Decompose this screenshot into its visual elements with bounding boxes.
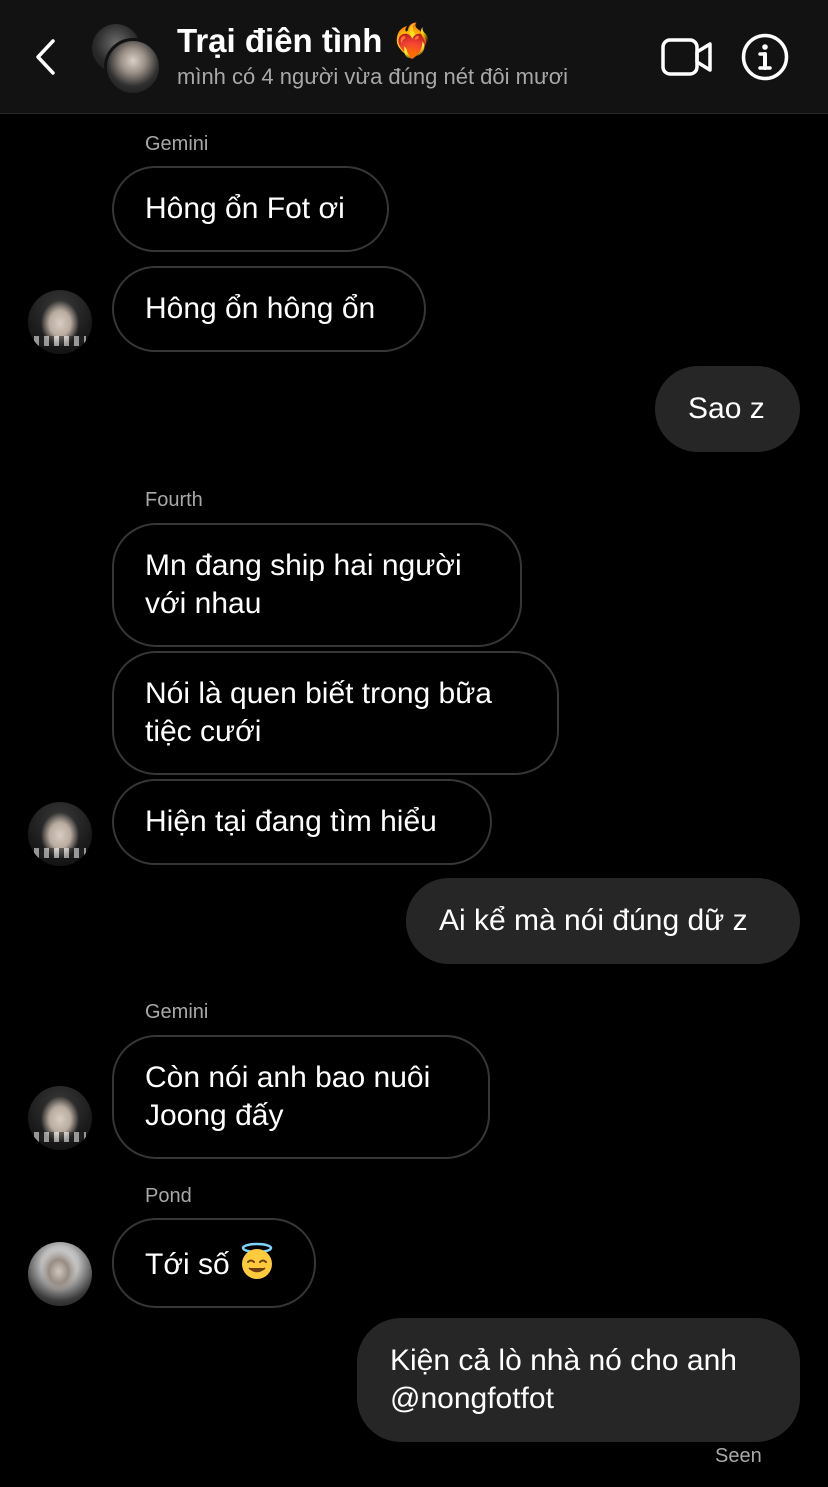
message-bubble[interactable]: Kiện cả lò nhà nó cho anh @nongfotfot [357,1318,800,1442]
message-bubble[interactable]: Ai kể mà nói đúng dữ z [406,878,800,964]
message-bubble[interactable]: Hiện tại đang tìm hiểu [112,779,492,865]
info-button[interactable] [741,33,789,81]
chat-title-area[interactable]: Trại điên tình ❤️‍🔥 mình có 4 người vừa … [177,20,637,92]
message-text: Còn nói anh bao nuôi [145,1061,431,1094]
avatar[interactable] [28,1086,92,1150]
chat-title: Trại điên tình ❤️‍🔥 [177,22,433,59]
message-bubble[interactable]: Còn nói anh bao nuôi Joong đấy [112,1035,490,1159]
chevron-left-icon [36,39,55,75]
member-avatar [104,38,162,96]
message-text: Sao z [688,392,765,425]
avatar[interactable] [28,1242,92,1306]
back-button[interactable] [24,32,68,82]
avatar[interactable] [28,802,92,866]
sender-name: Gemini [145,1001,209,1023]
message-bubble[interactable]: Tới số [112,1218,316,1308]
message-text: Hông ổn hông ổn [145,292,376,325]
message-text: Kiện cả lò nhà nó cho anh [390,1344,737,1377]
sender-name: Fourth [145,489,203,511]
message-text: với nhau [145,587,262,620]
message-text: Nói là quen biết trong bữa [145,677,492,710]
message-text: Tới số [145,1248,230,1281]
message-text: Joong đấy [145,1099,284,1132]
sender-name: Gemini [145,133,209,155]
message-text: Ai kể mà nói đúng dữ z [439,904,748,937]
message-bubble[interactable]: Hông ổn Fot ơi [112,166,389,252]
message-bubble[interactable]: Sao z [655,366,800,452]
message-text: tiệc cưới [145,715,262,748]
seen-status: Seen [715,1445,762,1467]
message-bubble[interactable]: Mn đang ship hai người với nhau [112,523,522,647]
message-text: Hông ổn Fot ơi [145,192,345,225]
group-avatar[interactable] [92,24,162,96]
sender-name: Pond [145,1185,192,1207]
chat-subtitle: mình có 4 người vừa đúng nét đôi mươi [177,64,569,89]
message-text: @nongfotfot [390,1382,554,1415]
chat-header: Trại điên tình ❤️‍🔥 mình có 4 người vừa … [0,0,828,114]
message-bubble[interactable]: Nói là quen biết trong bữa tiệc cưới [112,651,559,775]
smiling-face-with-halo-icon [241,1242,272,1279]
video-call-button[interactable] [660,36,714,78]
video-camera-icon [661,38,712,76]
message-bubble[interactable]: Hông ổn hông ổn [112,266,426,352]
message-text: Hiện tại đang tìm hiểu [145,805,437,838]
avatar[interactable] [28,290,92,354]
message-text: Mn đang ship hai người [145,549,462,582]
info-icon [741,33,789,81]
